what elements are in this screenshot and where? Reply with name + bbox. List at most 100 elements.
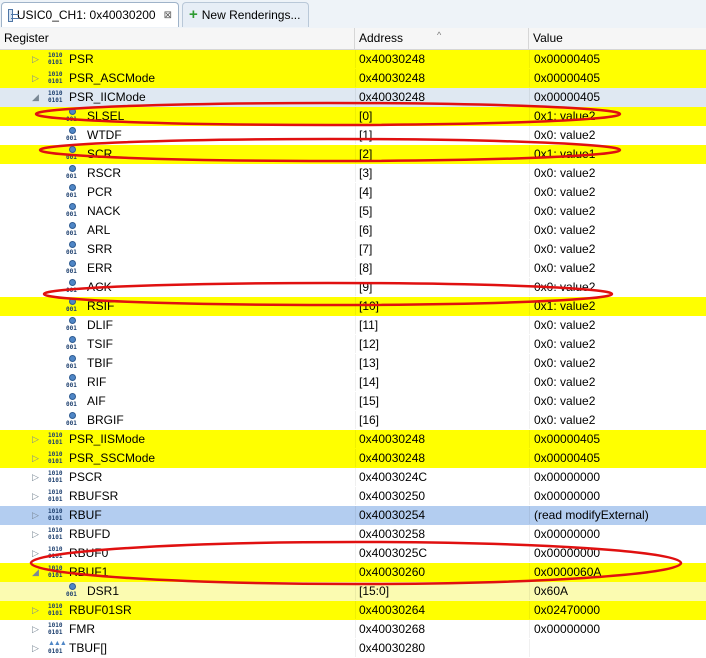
register-row-rbufsr[interactable]: ▷ 1010 0101 RBUFSR 0x40030250 0x00000000 [0,487,706,506]
field-row-ack[interactable]: 001 ACK [9] 0x0: value2 [0,278,706,297]
collapse-toggle-icon[interactable]: ◢ [32,88,39,106]
register-row-psriicmode[interactable]: ◢ 1010 0101 PSR_IICMode 0x40030248 0x00000405 [0,88,706,107]
register-row-tbuf[interactable]: ▷ ▲▲▲ 0101 TBUF[] 0x40030280 [0,639,706,658]
value-cell[interactable]: 0x00000000 [534,620,706,638]
field-row-srr[interactable]: 001 SRR [7] 0x0: value2 [0,240,706,259]
value-cell[interactable]: 0x1: value2 [534,107,706,125]
register-row-rbuf[interactable]: ▷ 1010 0101 RBUF 0x40030254 (read modifyExter… [0,506,706,525]
value-cell[interactable]: 0x00000405 [534,88,706,106]
plus-icon: + [189,6,198,23]
register-row-rbufd[interactable]: ▷ 1010 0101 RBUFD 0x40030258 0x00000000 [0,525,706,544]
register-name: RBUFD [69,527,111,541]
value-cell[interactable]: 0x0: value2 [534,164,706,182]
expand-toggle-icon[interactable]: ▷ [32,69,39,87]
field-row-arl[interactable]: 001 ARL [6] 0x0: value2 [0,221,706,240]
close-icon[interactable]: ⊠ [164,10,172,21]
value-cell[interactable]: 0x00000000 [534,468,706,486]
expand-toggle-icon[interactable]: ▷ [32,544,39,562]
register-row-psriismode[interactable]: ▷ 1010 0101 PSR_IISMode 0x40030248 0x00000405 [0,430,706,449]
field-row-wtdf[interactable]: 001 WTDF [1] 0x0: value2 [0,126,706,145]
column-divider [355,145,356,163]
column-divider [355,69,356,87]
column-header-register[interactable]: Register [0,28,355,49]
value-cell[interactable]: 0x0: value2 [534,411,706,429]
expand-toggle-icon[interactable]: ▷ [32,525,39,543]
value-cell[interactable]: 0x00000405 [534,50,706,68]
value-cell[interactable]: 0x0000060A [534,563,706,581]
value-cell[interactable]: 0x00000000 [534,487,706,505]
register-row-pscr[interactable]: ▷ 1010 0101 PSCR 0x4003024C 0x00000000 [0,468,706,487]
field-row-dlif[interactable]: 001 DLIF [11] 0x0: value2 [0,316,706,335]
value-cell[interactable]: 0x0: value2 [534,126,706,144]
field-row-rsif[interactable]: 001 RSIF [10] 0x1: value2 [0,297,706,316]
field-row-err[interactable]: 001 ERR [8] 0x0: value2 [0,259,706,278]
value-cell[interactable]: 0x0: value2 [534,354,706,372]
field-row-rif[interactable]: 001 RIF [14] 0x0: value2 [0,373,706,392]
value-cell[interactable]: 0x60A [534,582,706,600]
register-row-rbuf0[interactable]: ▷ 1010 0101 RBUF0 0x4003025C 0x00000000 [0,544,706,563]
expand-toggle-icon[interactable]: ▷ [32,50,39,68]
field-row-scr[interactable]: 001 SCR [2] 0x1: value1 [0,145,706,164]
register-row-psr[interactable]: ▷ 1010 0101 PSR 0x40030248 0x00000405 [0,50,706,69]
value-cell[interactable]: 0x1: value1 [534,145,706,163]
field-row-brgif[interactable]: 001 BRGIF [16] 0x0: value2 [0,411,706,430]
column-divider [355,240,356,258]
value-cell[interactable]: 0x0: value2 [534,259,706,277]
register-cell: 001 WTDF [0,126,354,144]
value-cell[interactable]: 0x0: value2 [534,335,706,353]
value-cell[interactable]: 0x0: value2 [534,202,706,220]
value-cell[interactable]: 0x1: value2 [534,297,706,315]
register-icon: 1010 0101 [48,489,63,503]
field-row-tbif[interactable]: 001 TBIF [13] 0x0: value2 [0,354,706,373]
value-cell[interactable]: 0x00000405 [534,69,706,87]
register-name: RBUF1 [69,565,109,579]
column-divider [355,297,356,315]
value-cell[interactable]: (read modifyExternal) [534,506,706,524]
expand-toggle-icon[interactable]: ▷ [32,620,39,638]
register-row-fmr[interactable]: ▷ 1010 0101 FMR 0x40030268 0x00000000 [0,620,706,639]
address-cell: 0x40030248 [359,52,426,66]
value-cell[interactable]: 0x0: value2 [534,240,706,258]
field-row-pcr[interactable]: 001 PCR [4] 0x0: value2 [0,183,706,202]
column-divider [355,449,356,467]
expand-toggle-icon[interactable]: ▷ [32,639,39,657]
value-cell[interactable]: 0x00000405 [534,449,706,467]
collapse-toggle-icon[interactable]: ◢ [32,563,39,581]
expand-toggle-icon[interactable]: ▷ [32,601,39,619]
register-row-rbuf1[interactable]: ◢ 1010 0101 RBUF1 0x40030260 0x0000060A [0,563,706,582]
field-row-aif[interactable]: 001 AIF [15] 0x0: value2 [0,392,706,411]
register-icon: 1010 0101 [48,603,63,617]
tab-new-renderings[interactable]: + New Renderings... [182,2,309,27]
column-divider [529,411,530,429]
column-header-value[interactable]: Value [529,28,706,49]
value-cell[interactable]: 0x02470000 [534,601,706,619]
field-row-nack[interactable]: 001 NACK [5] 0x0: value2 [0,202,706,221]
value-cell[interactable]: 0x00000000 [534,544,706,562]
tab-usic0-ch1[interactable]: USIC0_CH1: 0x40030200 ⊠ [1,2,179,27]
register-row-psrsscmode[interactable]: ▷ 1010 0101 PSR_SSCMode 0x40030248 0x00000405 [0,449,706,468]
register-name: ARL [87,223,111,237]
expand-toggle-icon[interactable]: ▷ [32,468,39,486]
field-row-dsr1[interactable]: 001 DSR1 [15:0] 0x60A [0,582,706,601]
field-row-tsif[interactable]: 001 TSIF [12] 0x0: value2 [0,335,706,354]
address-cell: [5] [359,204,373,218]
column-header-address[interactable]: Address ^ [355,28,529,49]
value-cell[interactable]: 0x0: value2 [534,392,706,410]
value-cell[interactable]: 0x0: value2 [534,183,706,201]
value-cell[interactable]: 0x00000405 [534,430,706,448]
register-cell: 001 TSIF [0,335,354,353]
field-row-rscr[interactable]: 001 RSCR [3] 0x0: value2 [0,164,706,183]
value-cell[interactable]: 0x0: value2 [534,373,706,391]
field-row-slsel[interactable]: 001 SLSEL [0] 0x1: value2 [0,107,706,126]
value-cell[interactable]: 0x0: value2 [534,316,706,334]
value-cell[interactable]: 0x00000000 [534,525,706,543]
value-cell[interactable]: 0x0: value2 [534,278,706,296]
value-cell[interactable]: 0x0: value2 [534,221,706,239]
expand-toggle-icon[interactable]: ▷ [32,506,39,524]
register-row-rbuf01sr[interactable]: ▷ 1010 0101 RBUF01SR 0x40030264 0x02470000 [0,601,706,620]
register-row-psrascmode[interactable]: ▷ 1010 0101 PSR_ASCMode 0x40030248 0x00000405 [0,69,706,88]
value-cell[interactable] [534,639,706,657]
expand-toggle-icon[interactable]: ▷ [32,487,39,505]
expand-toggle-icon[interactable]: ▷ [32,449,39,467]
expand-toggle-icon[interactable]: ▷ [32,430,39,448]
